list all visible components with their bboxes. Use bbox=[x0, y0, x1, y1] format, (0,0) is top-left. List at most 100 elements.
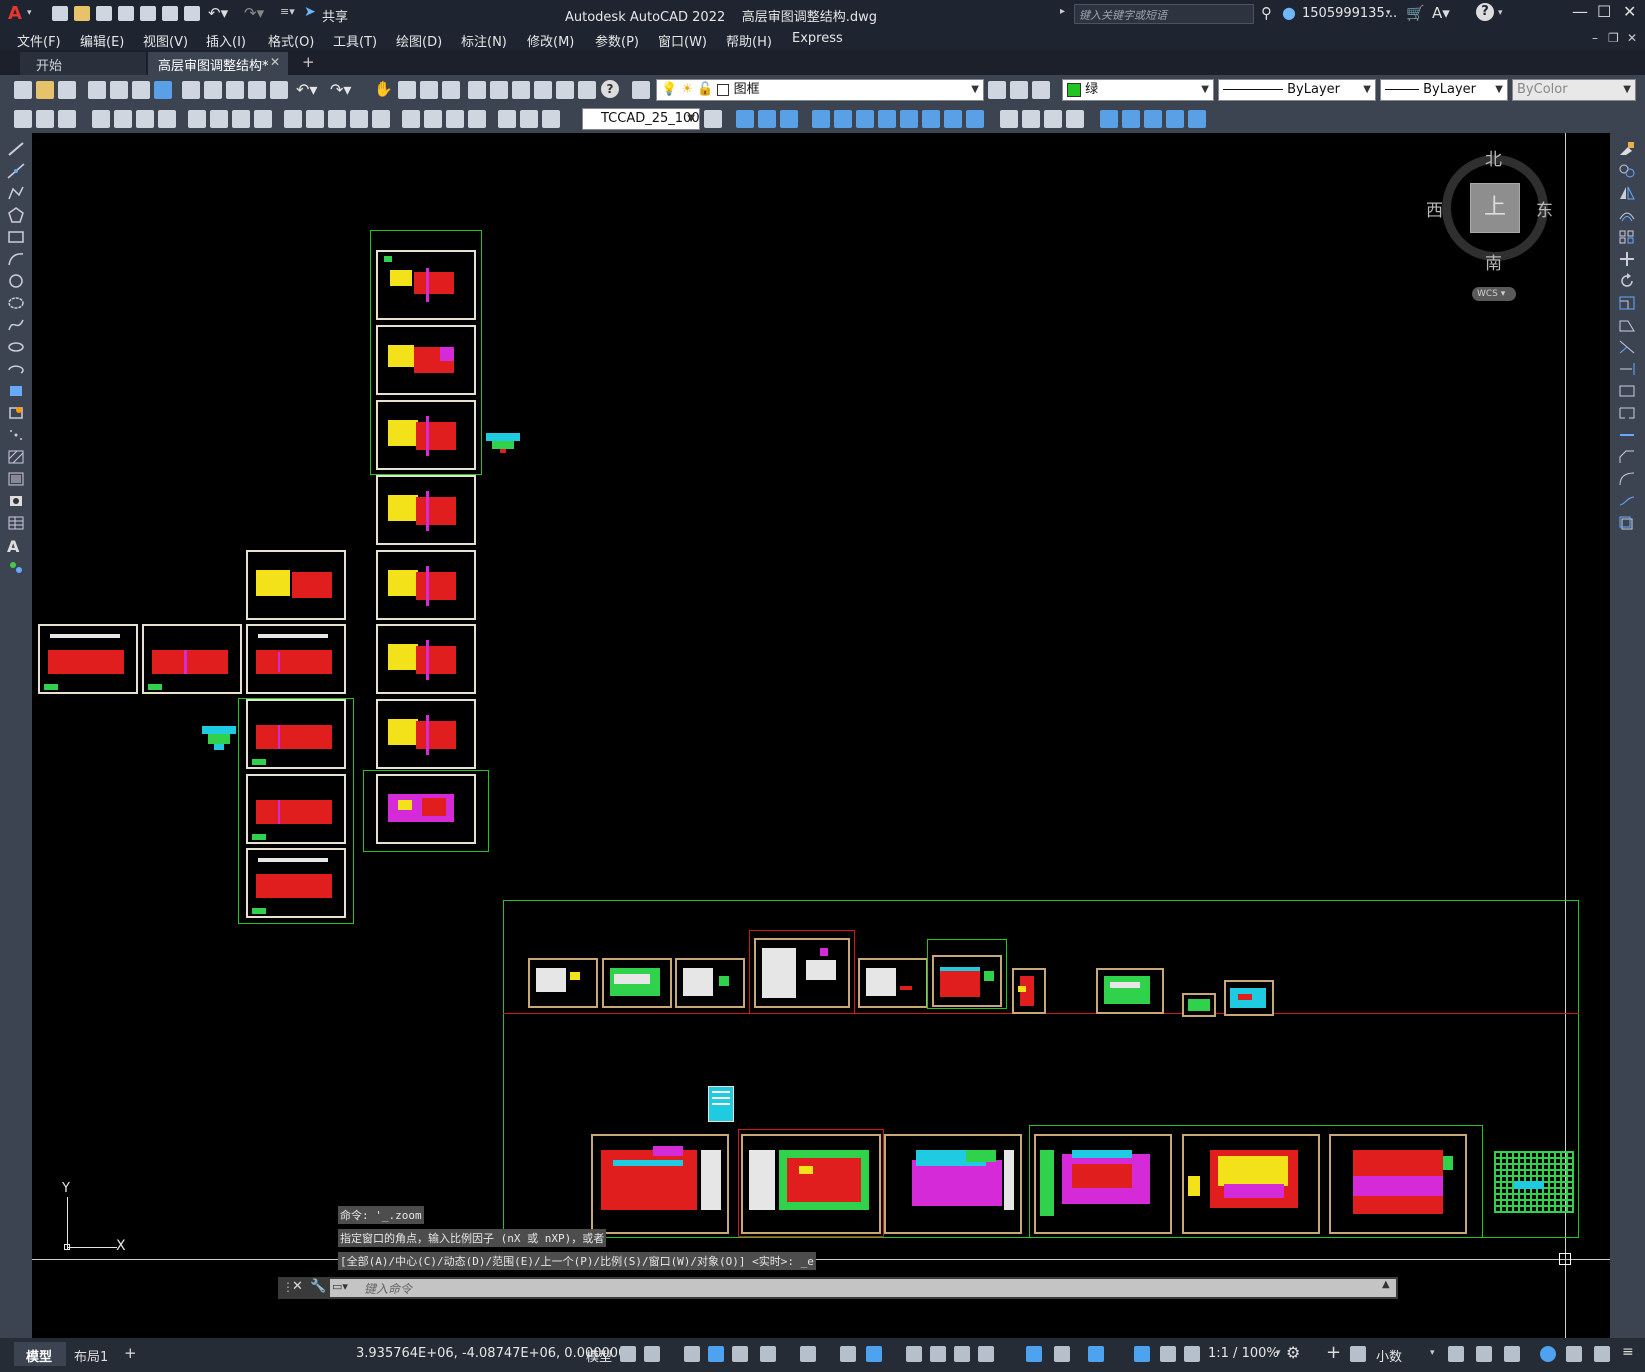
block-editor-icon[interactable] bbox=[270, 81, 288, 99]
menu-modify[interactable]: 修改(M) bbox=[527, 31, 574, 50]
tb2-modify-3-icon[interactable] bbox=[780, 110, 798, 128]
drawing-sheet[interactable] bbox=[246, 774, 346, 844]
tb2-modify-1-icon[interactable] bbox=[736, 110, 754, 128]
drawing-sheet[interactable] bbox=[246, 699, 346, 769]
search-expand-icon[interactable]: ▸ bbox=[1060, 6, 1065, 17]
cyan-block[interactable] bbox=[202, 726, 236, 752]
zoom-previous-icon[interactable] bbox=[442, 81, 460, 99]
tab-close-icon[interactable]: ✕ bbox=[270, 55, 280, 69]
object-snap-icon[interactable] bbox=[866, 1346, 882, 1362]
drawing-sheet[interactable] bbox=[1012, 968, 1046, 1014]
drawing-sheet[interactable] bbox=[754, 938, 850, 1008]
layer-previous-icon[interactable] bbox=[1010, 81, 1028, 99]
annotation-scale-value[interactable]: 1:1 / 100% bbox=[1208, 1346, 1279, 1361]
color-dropdown[interactable]: 绿 ▼ bbox=[1062, 79, 1214, 101]
tab-model[interactable]: 模型 bbox=[14, 1342, 66, 1366]
menu-dimension[interactable]: 标注(N) bbox=[461, 31, 507, 50]
tb2-modify-9-icon[interactable] bbox=[922, 110, 940, 128]
search-icon[interactable]: ⚲ bbox=[1261, 4, 1272, 22]
stretch-icon[interactable] bbox=[1618, 317, 1636, 333]
annotation-scale-icon[interactable] bbox=[1184, 1346, 1200, 1362]
print-preview-icon[interactable] bbox=[110, 81, 128, 99]
menu-tools[interactable]: 工具(T) bbox=[333, 31, 377, 50]
menu-draw[interactable]: 绘图(D) bbox=[396, 31, 442, 50]
open-file-icon[interactable] bbox=[74, 6, 90, 21]
tb2-solid-8-icon[interactable] bbox=[1166, 110, 1184, 128]
add-selected-icon[interactable] bbox=[7, 559, 25, 575]
annotation-monitor-icon[interactable]: + bbox=[1326, 1342, 1341, 1363]
snap-icon[interactable] bbox=[644, 1346, 660, 1362]
textstyle-dropdown-chevron-icon[interactable]: ▼ bbox=[687, 109, 695, 129]
dim-break-icon[interactable] bbox=[372, 110, 390, 128]
drawing-sheet[interactable] bbox=[142, 624, 242, 694]
dim-space-icon[interactable] bbox=[350, 110, 368, 128]
save-tb-icon[interactable] bbox=[58, 81, 76, 99]
ellipse-arc-icon[interactable] bbox=[7, 361, 25, 377]
isodraft-icon[interactable] bbox=[800, 1346, 816, 1362]
viewcube-top-face[interactable]: 上 bbox=[1470, 183, 1520, 233]
drawing-sheet[interactable] bbox=[1034, 1134, 1172, 1234]
menu-format[interactable]: 格式(O) bbox=[268, 31, 314, 50]
tb2-modify-7-icon[interactable] bbox=[878, 110, 896, 128]
revision-cloud-icon[interactable] bbox=[7, 295, 25, 311]
tab-start[interactable]: 开始 bbox=[20, 52, 146, 75]
autodesk-app-icon[interactable]: A▾ bbox=[1432, 4, 1450, 22]
linetype-dropdown[interactable]: ByLayer ▼ bbox=[1218, 79, 1376, 101]
open-web-icon[interactable] bbox=[140, 6, 156, 21]
drawing-sheet[interactable] bbox=[932, 955, 1002, 1007]
drawing-sheet[interactable] bbox=[528, 958, 598, 1008]
tb2-tool-1-icon[interactable] bbox=[14, 110, 32, 128]
units-icon[interactable] bbox=[1350, 1346, 1366, 1362]
hardware-acceleration-icon[interactable] bbox=[1540, 1346, 1556, 1362]
save-web-icon[interactable] bbox=[162, 6, 178, 21]
erase-icon[interactable] bbox=[1618, 141, 1636, 157]
command-history-arrow-icon[interactable]: ▲ bbox=[1382, 1279, 1390, 1290]
drawing-sheet[interactable] bbox=[884, 1134, 1022, 1234]
compass-south[interactable]: 南 bbox=[1485, 249, 1502, 274]
layer-state-icon[interactable] bbox=[1032, 81, 1050, 99]
tb2-modify-11-icon[interactable] bbox=[966, 110, 984, 128]
mirror-icon[interactable] bbox=[1618, 185, 1636, 201]
share-icon[interactable]: ➤ bbox=[304, 4, 316, 20]
3d-osnap-icon[interactable] bbox=[978, 1346, 994, 1362]
cart-icon[interactable]: 🛒 bbox=[1406, 4, 1425, 22]
drawing-sheet[interactable] bbox=[602, 958, 672, 1008]
continue-dim-icon[interactable] bbox=[328, 110, 346, 128]
sheet-set-icon[interactable] bbox=[534, 81, 552, 99]
command-close-icon[interactable]: ✕ bbox=[292, 1279, 303, 1294]
tb2-solid-9-icon[interactable] bbox=[1188, 110, 1206, 128]
units-value[interactable]: 小数 bbox=[1376, 1346, 1402, 1365]
rotate-icon[interactable] bbox=[1618, 273, 1636, 289]
isolate-objects-icon[interactable] bbox=[1504, 1346, 1520, 1362]
drawing-sheet[interactable] bbox=[376, 699, 476, 769]
paste-icon[interactable] bbox=[226, 81, 244, 99]
tb2-solid-6-icon[interactable] bbox=[1122, 110, 1140, 128]
drawing-sheet[interactable] bbox=[376, 550, 476, 620]
customize-qat-icon[interactable]: ≡▾ bbox=[280, 5, 295, 18]
calculator-icon[interactable] bbox=[578, 81, 596, 99]
arc-icon[interactable] bbox=[7, 251, 25, 267]
trim-icon[interactable] bbox=[1618, 339, 1636, 355]
user-icon[interactable]: ● bbox=[1282, 3, 1296, 22]
lock-ui-icon[interactable] bbox=[1476, 1346, 1492, 1362]
tb2-modify-10-icon[interactable] bbox=[944, 110, 962, 128]
offset-icon[interactable] bbox=[1618, 207, 1636, 223]
plotstyle-dropdown-chevron-icon[interactable]: ▼ bbox=[1623, 80, 1631, 100]
compass-north[interactable]: 北 bbox=[1485, 145, 1502, 170]
drawing-sheet[interactable] bbox=[1182, 993, 1216, 1017]
make-block-icon[interactable] bbox=[7, 405, 25, 421]
angular-dim-icon[interactable] bbox=[254, 110, 272, 128]
menu-window[interactable]: 窗口(W) bbox=[658, 31, 707, 50]
drawing-sheet[interactable] bbox=[376, 624, 476, 694]
open-icon[interactable] bbox=[36, 81, 54, 99]
spline-icon[interactable] bbox=[7, 317, 25, 333]
object-snap-tracking-icon[interactable] bbox=[840, 1346, 856, 1362]
green-grid-block[interactable] bbox=[1494, 1151, 1574, 1213]
tab-drawing[interactable]: 高层审图调整结构* ✕ bbox=[148, 52, 288, 75]
design-center-icon[interactable] bbox=[490, 81, 508, 99]
quick-dim-icon[interactable] bbox=[284, 110, 302, 128]
menu-express[interactable]: Express bbox=[792, 31, 843, 46]
baseline-dim-icon[interactable] bbox=[306, 110, 324, 128]
insert-block-icon[interactable] bbox=[7, 383, 25, 399]
tb2-modify-4-icon[interactable] bbox=[812, 110, 830, 128]
